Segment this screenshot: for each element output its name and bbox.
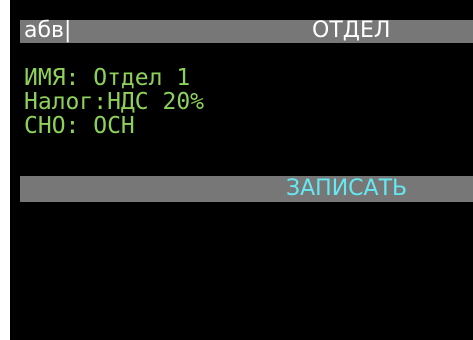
department-info: ИМЯ: Отдел 1 Налог:НДС 20% СНО: ОСН: [24, 66, 464, 138]
title-bar: абв| ОТДЕЛ: [20, 18, 473, 43]
input-mode-indicator: абв|: [24, 18, 72, 43]
save-button-label: ЗАПИСАТЬ: [286, 176, 408, 201]
save-button[interactable]: ЗАПИСАТЬ: [20, 176, 473, 202]
device-screen: абв| ОТДЕЛ ИМЯ: Отдел 1 Налог:НДС 20% СН…: [10, 0, 473, 340]
taxation-system-field[interactable]: СНО: ОСН: [24, 114, 464, 138]
tax-field[interactable]: Налог:НДС 20%: [24, 90, 464, 114]
name-field[interactable]: ИМЯ: Отдел 1: [24, 66, 464, 90]
screen-title: ОТДЕЛ: [312, 18, 391, 43]
